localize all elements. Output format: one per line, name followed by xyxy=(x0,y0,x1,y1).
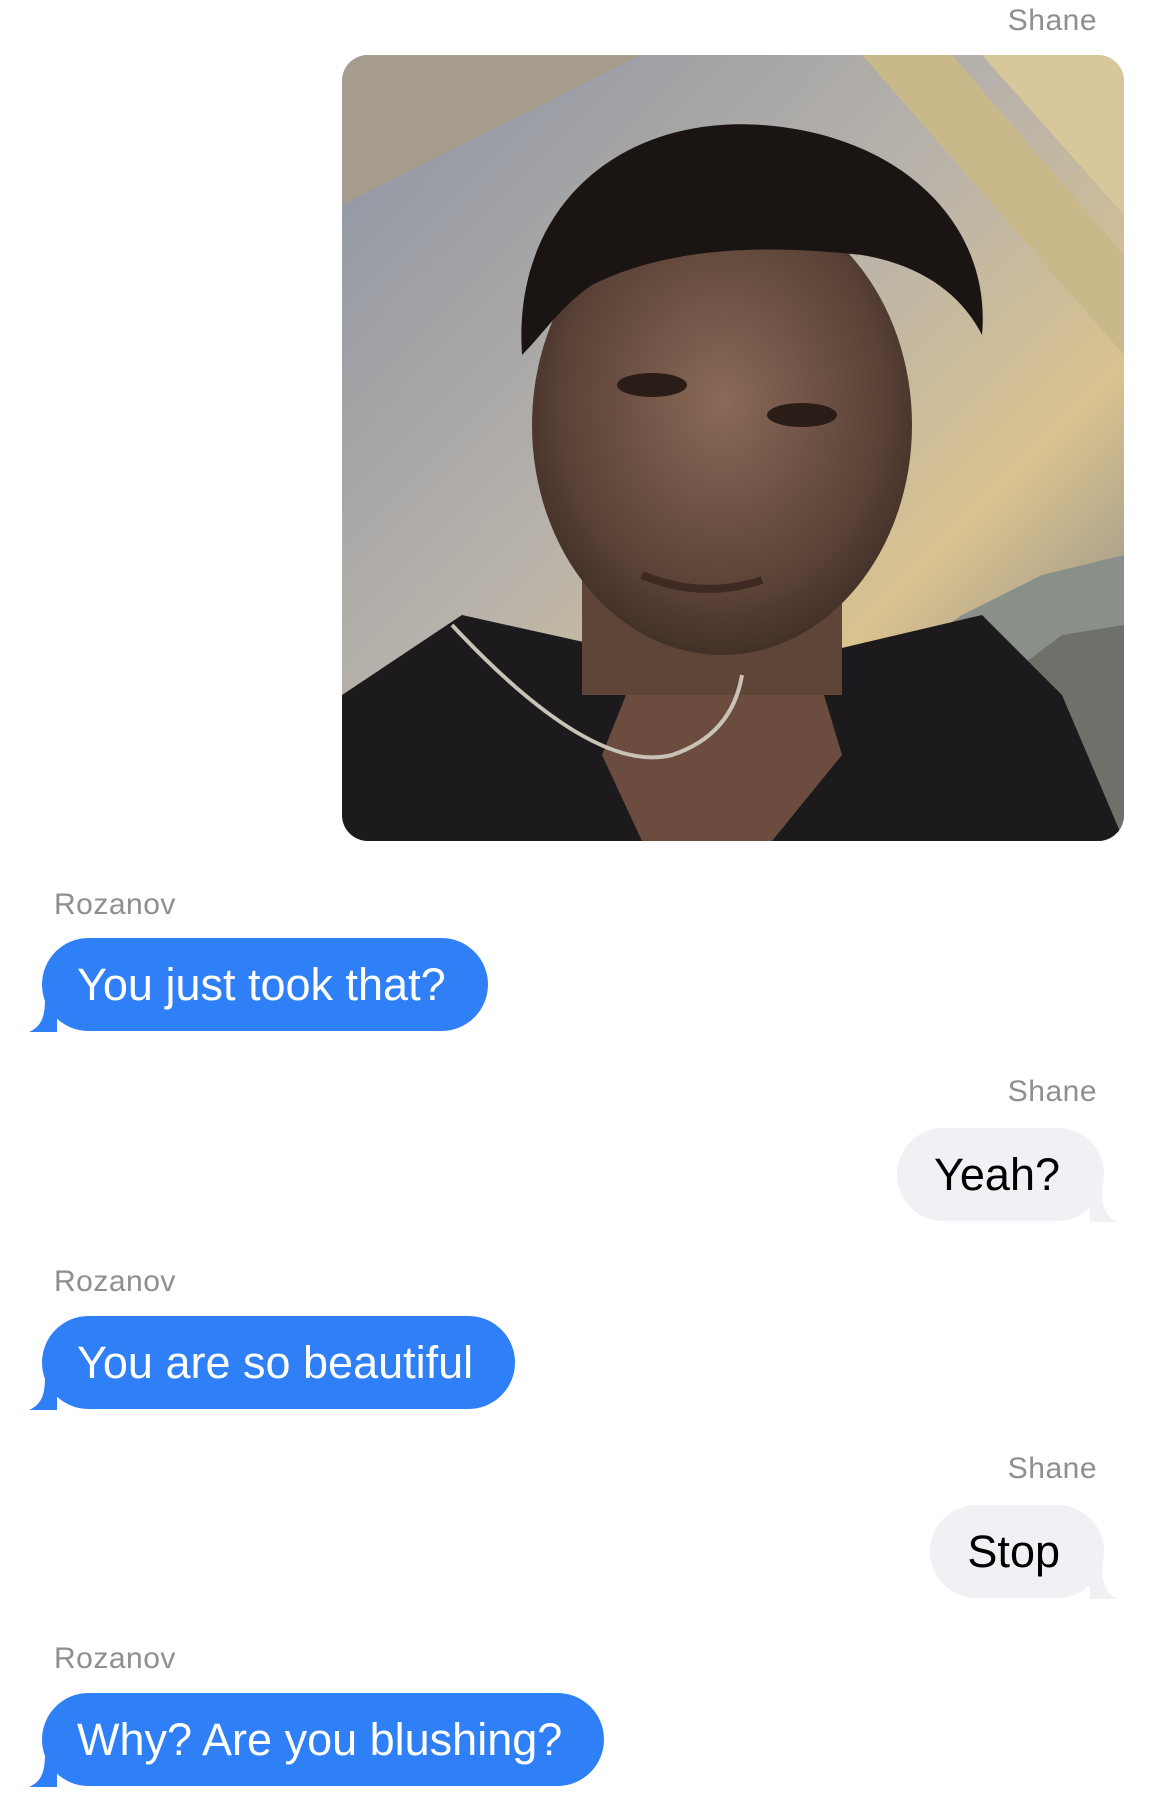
sender-label: Shane xyxy=(1007,1452,1097,1485)
sender-label: Rozanov xyxy=(54,1642,176,1675)
bubble-tail-icon xyxy=(29,1376,57,1410)
sender-label: Rozanov xyxy=(54,888,176,921)
message-text: Why? Are you blushing? xyxy=(77,1714,563,1765)
message-text: Yeah? xyxy=(934,1149,1060,1200)
message-bubble-incoming[interactable]: You are so beautiful xyxy=(29,1316,516,1410)
sender-label: Shane xyxy=(1007,4,1097,37)
message-bubble-outgoing[interactable]: Yeah? xyxy=(897,1128,1118,1222)
message-text: You are so beautiful xyxy=(77,1337,474,1388)
bubble-tail-icon xyxy=(1090,1565,1118,1599)
photo-image xyxy=(342,55,1124,841)
message-text: Stop xyxy=(967,1526,1060,1577)
bubble-tail-icon xyxy=(29,998,57,1032)
photo-message[interactable] xyxy=(342,55,1124,841)
bubble-tail-icon xyxy=(1090,1188,1118,1222)
message-bubble-incoming[interactable]: You just took that? xyxy=(29,938,488,1032)
message-bubble-outgoing[interactable]: Stop xyxy=(930,1505,1118,1599)
bubble-tail-icon xyxy=(29,1753,57,1787)
message-text: You just took that? xyxy=(77,959,446,1010)
message-bubble-incoming[interactable]: Why? Are you blushing? xyxy=(29,1693,605,1787)
sender-label: Rozanov xyxy=(54,1265,176,1298)
sender-label: Shane xyxy=(1007,1075,1097,1108)
